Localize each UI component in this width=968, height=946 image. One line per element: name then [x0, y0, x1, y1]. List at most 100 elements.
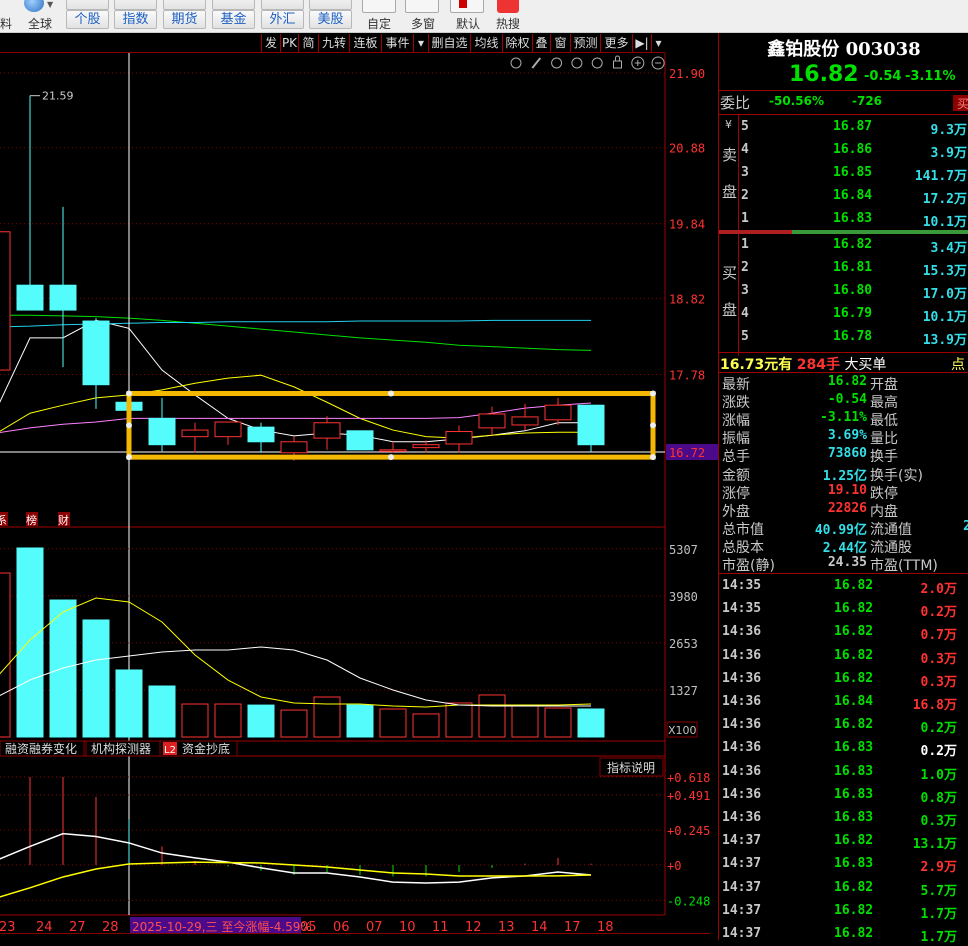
market-button-top[interactable] — [114, 0, 157, 10]
candle[interactable] — [346, 430, 374, 451]
candle-body — [313, 422, 341, 439]
pen-icon[interactable] — [531, 57, 542, 69]
global-button[interactable]: 全球 — [28, 15, 52, 32]
level-number: 2 — [741, 188, 749, 203]
candle[interactable] — [445, 425, 473, 453]
indicator-explain-label[interactable]: 指标说明 — [607, 760, 655, 775]
candle[interactable] — [0, 231, 11, 371]
chart-toolbar-button-15[interactable]: ▾ — [651, 34, 665, 52]
chart-toolbar-button-1[interactable]: PK — [280, 34, 298, 52]
candle[interactable] — [82, 318, 110, 409]
candle[interactable] — [49, 206, 77, 368]
selection-rectangle[interactable] — [126, 390, 656, 460]
volume-bar — [0, 572, 11, 738]
candle[interactable] — [379, 441, 407, 453]
eye-icon[interactable] — [551, 57, 563, 69]
candle[interactable] — [181, 422, 209, 453]
chart-toolbar-button-12[interactable]: 预测 — [570, 34, 600, 52]
chart-toolbar-button-0[interactable]: 发 — [261, 34, 280, 52]
edit-icon[interactable] — [362, 0, 396, 13]
stat-label: 市盈(静) — [722, 558, 775, 574]
zoom-out-icon[interactable] — [651, 56, 665, 70]
custom-button[interactable]: 自定 — [367, 15, 391, 32]
big-order-price: 16.73元有 — [720, 357, 793, 373]
kline-chart[interactable]: 21.90 20.88 19.84 18.82 17.78 16.72 21.59 系 榜 财 53… — [0, 53, 720, 940]
market-button-top[interactable] — [163, 0, 206, 10]
selection-handle[interactable] — [650, 454, 656, 461]
chart-toolbar-button-9[interactable]: 除权 — [502, 34, 532, 52]
default-button[interactable]: 默认 — [456, 15, 480, 32]
candle[interactable] — [544, 397, 572, 425]
chart-toolbar-button-5[interactable]: 事件 — [381, 34, 413, 52]
chart-toolbar-button-14[interactable]: ▶| — [632, 34, 651, 52]
market-button-stock[interactable]: 个股 — [66, 10, 109, 29]
side-tag[interactable]: 系 — [0, 514, 7, 527]
order-book-row: 1 16.82 3.4万 — [719, 237, 968, 257]
selection-handle[interactable] — [388, 390, 394, 397]
tick-volume: 16.8万 — [912, 698, 957, 713]
lock-body — [613, 60, 622, 69]
market-button-top[interactable] — [261, 0, 304, 10]
market-button-us-stock[interactable]: 美股 — [309, 10, 352, 29]
chart-toolbar-button-10[interactable]: 叠 — [532, 34, 550, 52]
indicator-tab[interactable]: 机构探测器 — [91, 741, 151, 756]
tick-price: 16.82 — [834, 902, 874, 918]
default-layout-icon[interactable] — [450, 0, 484, 13]
candle[interactable] — [247, 422, 275, 453]
chart-toolbar-button-11[interactable]: 窗 — [550, 34, 570, 52]
volume-tick-label: 3980 — [669, 590, 698, 604]
market-button-top[interactable] — [66, 0, 109, 10]
hand-icon[interactable] — [591, 57, 603, 69]
market-button-top[interactable] — [212, 0, 255, 10]
gear-icon[interactable] — [510, 57, 522, 69]
hot-search-icon[interactable] — [497, 0, 519, 13]
buy-button[interactable]: 买 — [953, 95, 968, 111]
multi-window-button[interactable]: 多窗 — [411, 15, 435, 32]
indicator-tab[interactable]: 资金抄底 — [182, 741, 230, 756]
market-button-fund[interactable]: 基金 — [212, 10, 255, 29]
chart-toolbar-button-13[interactable]: 更多 — [600, 34, 632, 52]
globe-icon[interactable] — [24, 0, 44, 12]
zoom-in-icon[interactable] — [631, 56, 645, 70]
multi-window-icon[interactable] — [405, 0, 439, 13]
volume-bar — [346, 704, 374, 738]
market-button-top[interactable] — [309, 0, 352, 10]
candle[interactable] — [577, 404, 605, 453]
candle[interactable] — [214, 421, 242, 445]
side-tag[interactable]: 财 — [58, 513, 69, 527]
chart-toolbar-button-6[interactable]: ▾ — [413, 34, 428, 52]
tick-price: 16.82 — [834, 601, 874, 617]
selection-handle[interactable] — [126, 390, 132, 397]
candle[interactable] — [478, 406, 506, 436]
basket-icon[interactable] — [571, 57, 583, 69]
price-change: -0.54 — [864, 69, 902, 84]
selection-handle[interactable] — [650, 390, 656, 397]
selection-handle[interactable] — [650, 422, 656, 429]
chart-toolbar-button-2[interactable]: 简 — [298, 34, 318, 52]
bottom-tab-strip[interactable] — [0, 933, 710, 940]
indicator-tab[interactable]: 融资融券变化 — [5, 741, 77, 756]
level-price: 16.87 — [833, 119, 873, 134]
market-button-index[interactable]: 指数 — [114, 10, 157, 29]
chart-toolbar-button-7[interactable]: 删自选 — [428, 34, 470, 52]
chart-toolbar-button-4[interactable]: 连板 — [349, 34, 381, 52]
tick-price: 16.84 — [834, 694, 874, 709]
market-button-futures[interactable]: 期货 — [163, 10, 206, 29]
lock-icon[interactable] — [613, 55, 622, 69]
candle[interactable] — [16, 95, 44, 311]
selection-handle[interactable] — [126, 422, 132, 429]
volume-bar — [412, 713, 440, 738]
order-book-row: 5 16.78 13.9万 — [719, 329, 968, 349]
chart-toolbar-button-3[interactable]: 九转 — [318, 34, 349, 52]
side-tag[interactable]: 榜 — [26, 513, 37, 527]
candle[interactable] — [148, 397, 176, 452]
selection-handle[interactable] — [388, 454, 394, 461]
selection-handle[interactable] — [126, 454, 132, 461]
candle[interactable] — [313, 416, 341, 450]
chart-toolbar-button-8[interactable]: 均线 — [470, 34, 502, 52]
market-button-forex[interactable]: 外汇 — [261, 10, 304, 29]
level-number: 4 — [741, 306, 749, 321]
candle-body — [181, 429, 209, 438]
hot-search-button[interactable]: 热搜 — [496, 15, 520, 32]
globe-dropdown-icon[interactable]: ▼ — [47, 0, 57, 9]
